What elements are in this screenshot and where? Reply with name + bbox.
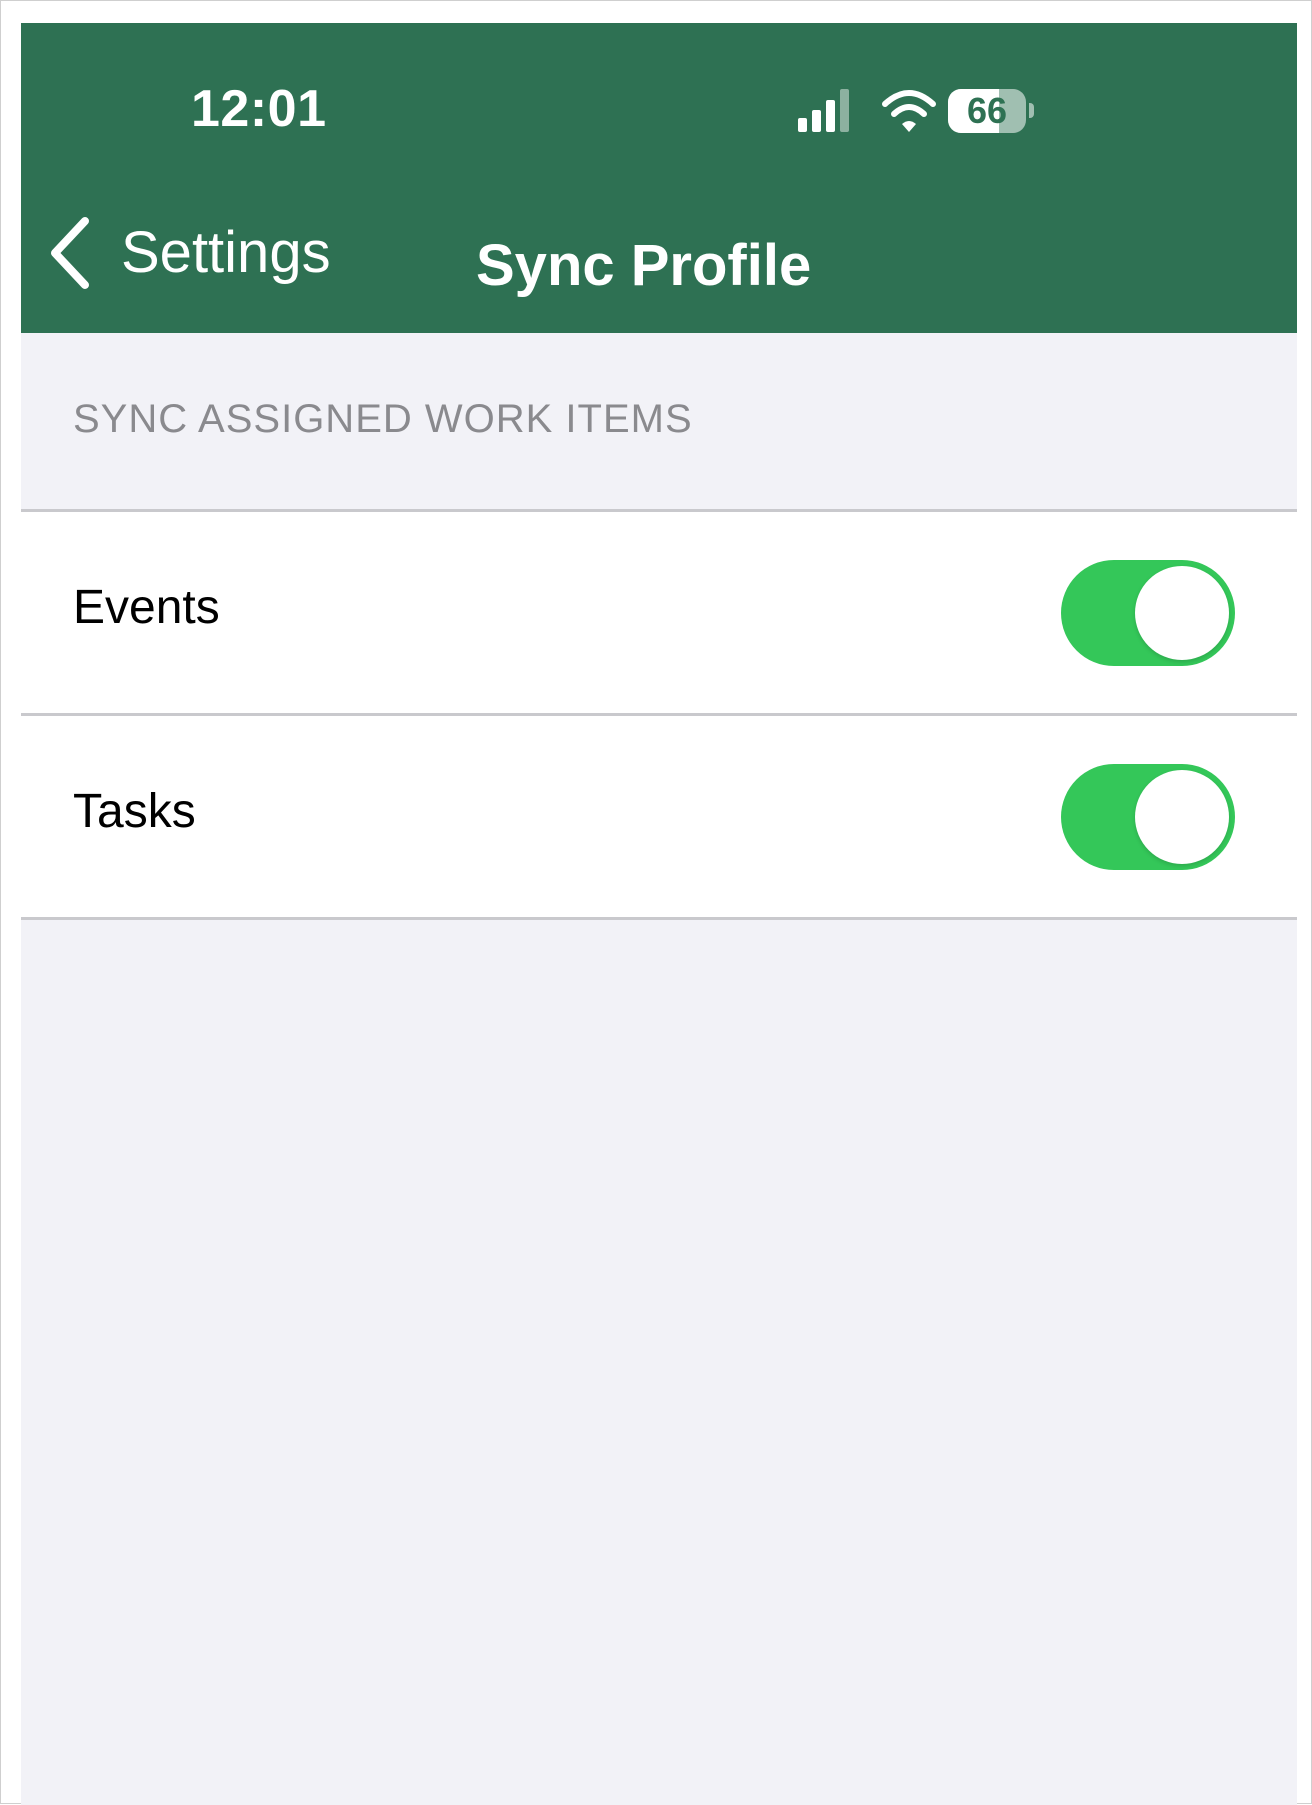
battery-cap	[1029, 103, 1034, 118]
chevron-left-icon	[51, 217, 89, 289]
toggle-knob	[1135, 770, 1229, 864]
back-button-label: Settings	[121, 220, 331, 285]
back-button[interactable]: Settings	[45, 213, 331, 293]
toggle-knob	[1135, 566, 1229, 660]
list-row-events: Events	[21, 512, 1297, 716]
events-label: Events	[73, 581, 220, 634]
events-toggle[interactable]	[1061, 560, 1235, 666]
sync-settings-list: Events Tasks	[21, 509, 1297, 920]
tasks-label: Tasks	[73, 785, 196, 838]
wifi-icon	[882, 90, 936, 132]
status-icons: 66	[796, 86, 1056, 136]
battery-body: 66	[948, 89, 1026, 133]
signal-icon	[798, 89, 849, 132]
status-time: 12:01	[191, 80, 327, 138]
list-row-tasks: Tasks	[21, 716, 1297, 920]
device-frame: 12:01 66 Settings Sync Profile SYNC ASSI…	[0, 0, 1312, 1805]
navigation-header: 12:01 66 Settings Sync Profile	[21, 23, 1297, 333]
page-title: Sync Profile	[476, 233, 812, 298]
tasks-toggle[interactable]	[1061, 764, 1235, 870]
app-screen: 12:01 66 Settings Sync Profile SYNC ASSI…	[21, 23, 1297, 1805]
battery-icon: 66	[948, 89, 1034, 133]
battery-level: 66	[966, 90, 1008, 131]
section-header: SYNC ASSIGNED WORK ITEMS	[73, 397, 693, 441]
